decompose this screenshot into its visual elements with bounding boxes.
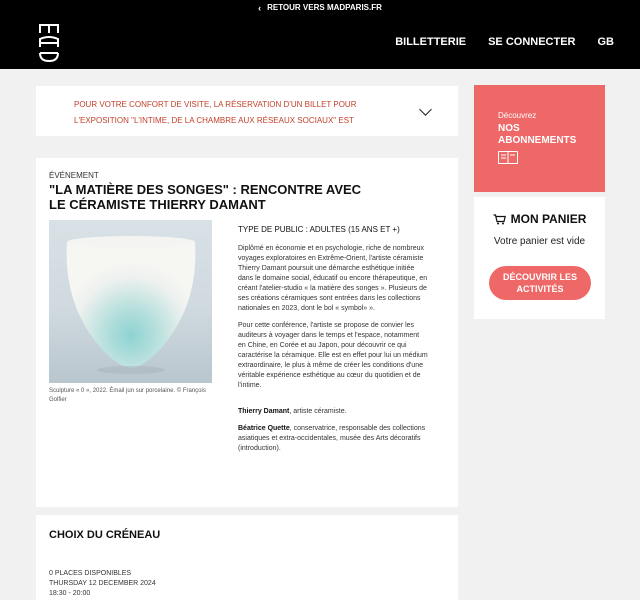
cart-title: MON PANIER — [474, 212, 605, 226]
visit-notice[interactable]: POUR VOTRE CONFORT DE VISITE, LA RÉSERVA… — [36, 86, 458, 136]
subscriptions-title: NOS ABONNEMENTS — [498, 123, 577, 146]
event-card: ÉVÉNEMENT "LA MATIÈRE DES SONGES" : RENC… — [36, 158, 458, 507]
speaker-2-name: Béatrice Quette — [238, 425, 290, 432]
cart-title-label: MON PANIER — [510, 212, 587, 226]
slot-date: THURSDAY 12 DECEMBER 2024 — [49, 580, 156, 587]
description-paragraph-2: Pour cette conférence, l'artiste se prop… — [238, 322, 428, 389]
mad-logo[interactable] — [38, 21, 60, 63]
ceramic-bowl-image — [66, 236, 196, 374]
site-header: BILLETTERIE SE CONNECTER GB — [0, 15, 640, 69]
event-kicker: ÉVÉNEMENT — [49, 171, 99, 180]
back-link-bar[interactable]: ‹ RETOUR VERS MADPARIS.FR — [0, 0, 640, 15]
chevron-down-icon[interactable] — [419, 103, 432, 116]
speaker-2: Béatrice Quette, conservatrice, responsa… — [238, 424, 428, 454]
description-paragraph-1: Diplômé en économie et en psychologie, r… — [238, 245, 428, 312]
back-link-label[interactable]: RETOUR VERS MADPARIS.FR — [267, 3, 382, 12]
discover-activities-button[interactable]: DÉCOUVRIR LES ACTIVITÉS — [489, 266, 591, 300]
slot-selection: CHOIX DU CRÉNEAU 0 PLACES DISPONIBLES TH… — [36, 515, 458, 600]
audience-type: TYPE DE PUBLIC : ADULTES (15 ANS ET +) — [238, 225, 400, 234]
speaker-1-name: Thierry Damant — [238, 408, 290, 415]
subscriptions-card[interactable]: Découvrez NOS ABONNEMENTS — [474, 85, 605, 192]
nav-login[interactable]: SE CONNECTER — [488, 36, 575, 48]
event-image — [49, 220, 212, 383]
speaker-1-role: , artiste céramiste. — [289, 408, 347, 415]
subscriptions-kicker: Découvrez — [498, 111, 537, 120]
slot-item[interactable]: 0 PLACES DISPONIBLES THURSDAY 12 DECEMBE… — [49, 569, 156, 599]
slot-availability: 0 PLACES DISPONIBLES — [49, 570, 132, 577]
card-icon — [498, 151, 518, 164]
chevron-left-icon: ‹ — [258, 2, 262, 13]
cart-icon — [493, 213, 506, 224]
main-nav: BILLETTERIE SE CONNECTER GB — [395, 15, 614, 69]
nav-billetterie[interactable]: BILLETTERIE — [395, 36, 466, 48]
notice-text: POUR VOTRE CONFORT DE VISITE, LA RÉSERVA… — [74, 100, 357, 125]
image-caption: Sculpture « 0 », 2022. Émail jun sur por… — [49, 388, 206, 403]
cart-panel: MON PANIER Votre panier est vide DÉCOUVR… — [474, 197, 605, 319]
language-switch[interactable]: GB — [598, 36, 615, 48]
speaker-1: Thierry Damant, artiste céramiste. — [238, 407, 428, 417]
slot-section-title: CHOIX DU CRÉNEAU — [49, 529, 161, 541]
event-description: TYPE DE PUBLIC : ADULTES (15 ANS ET +) D… — [238, 225, 428, 461]
slot-time: 18:30 - 20:00 — [49, 590, 91, 597]
cart-empty-text: Votre panier est vide — [493, 236, 586, 247]
event-title: "LA MATIÈRE DES SONGES" : RENCONTRE AVEC… — [49, 182, 362, 212]
